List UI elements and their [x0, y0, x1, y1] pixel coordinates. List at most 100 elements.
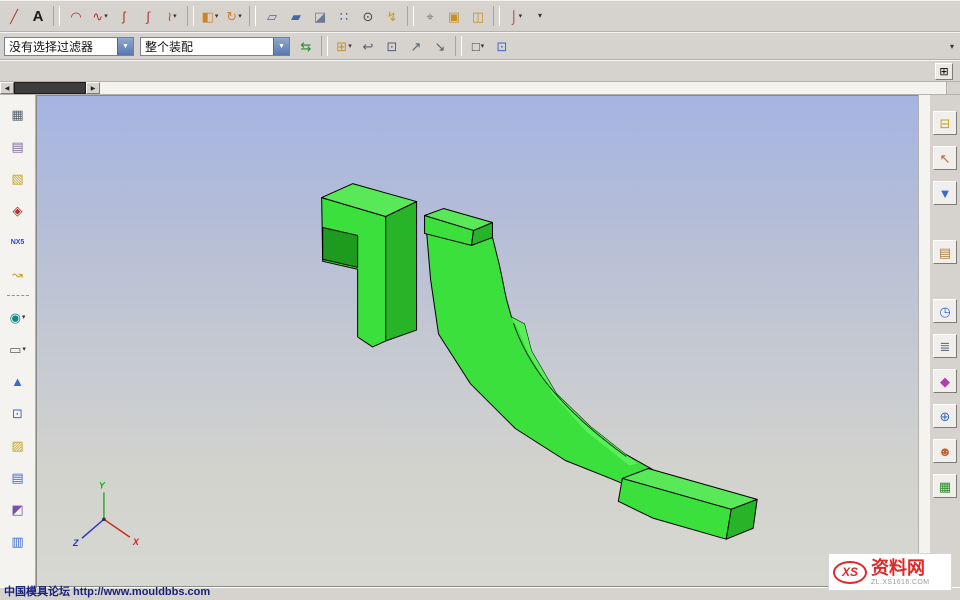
web-browser-icon[interactable]: ▦ — [933, 474, 957, 498]
extrude-icon[interactable]: ◧▾ — [198, 5, 222, 28]
tools-icon[interactable]: ⊕ — [933, 404, 957, 428]
deviation-check-icon: ↯ — [387, 10, 398, 23]
dropdown-arrow-icon[interactable]: ▼ — [117, 38, 133, 55]
boolean-icon[interactable]: ◩ — [5, 497, 31, 521]
text-icon: A — [33, 9, 44, 24]
move-object-icon[interactable]: ⌖ — [418, 5, 442, 28]
reuse-library-icon[interactable]: ▤ — [933, 240, 957, 264]
sketch-grid-icon: ▦ — [11, 108, 23, 121]
dropdown-caret-icon[interactable]: ▾ — [481, 42, 485, 50]
rectangle-tool-icon: ▭ — [9, 343, 21, 356]
bounding-box-icon[interactable]: ⊡ — [380, 35, 404, 58]
selection-scope-combo[interactable]: 整个装配 ▼ — [140, 37, 290, 56]
toolbar-options-caret[interactable]: ▾ — [528, 5, 552, 28]
text-icon[interactable]: A — [26, 5, 50, 28]
arc-icon[interactable]: ʃ — [112, 5, 136, 28]
point-set-icon[interactable]: ∷ — [332, 5, 356, 28]
lower-icon[interactable]: ↘ — [428, 35, 452, 58]
mesh-sheet-icon: ◪ — [314, 10, 326, 23]
boolean-icon: ◩ — [11, 503, 23, 516]
datum-plane-icon[interactable]: ◈ — [5, 198, 31, 222]
history-icon[interactable]: ◷ — [933, 299, 957, 323]
raise-icon: ↗ — [411, 40, 422, 53]
dropdown-caret-icon[interactable]: ▾ — [519, 12, 523, 20]
roles-icon[interactable]: ≣ — [933, 334, 957, 358]
profile-icon[interactable]: ◠ — [64, 5, 88, 28]
examine-geometry-icon[interactable]: ⊙ — [356, 5, 380, 28]
workspace-window-icon[interactable]: ⊞ — [935, 63, 953, 80]
dropdown-caret-icon[interactable]: ▾ — [104, 12, 108, 20]
dropdown-caret-icon[interactable]: ▾ — [173, 12, 177, 20]
block-feature-icon: ⊡ — [12, 407, 23, 420]
ruled-sheet-icon[interactable]: ▱ — [260, 5, 284, 28]
shaded-cube-icon[interactable]: ⊡ — [490, 35, 514, 58]
nx-application-window: ╱A◠∿▾ʃ∫≀▾◧▾↻▾▱▰◪∷⊙↯⌖▣◫⌡▾▾ 没有选择过滤器 ▼ 整个装配… — [0, 0, 960, 600]
people-icon[interactable]: ☻ — [933, 439, 957, 463]
conic-icon[interactable]: ∫ — [136, 5, 160, 28]
interpart-link-icon[interactable]: ⇆ — [294, 35, 318, 58]
mesh-sheet-icon[interactable]: ◪ — [308, 5, 332, 28]
dropdown-arrow-icon[interactable]: ▼ — [273, 38, 289, 55]
graphics-canvas[interactable]: X Y Z — [37, 96, 918, 586]
dropdown-caret-icon[interactable]: ▾ — [348, 42, 352, 50]
revolve-icon[interactable]: ↻▾ — [222, 5, 246, 28]
assembly-navigator-icon[interactable]: ⊟ — [933, 111, 957, 135]
scroll-left-icon[interactable]: ◀ — [0, 82, 14, 94]
block-feature-icon[interactable]: ⊡ — [5, 401, 31, 425]
dropdown-caret-icon[interactable]: ▾ — [22, 345, 26, 353]
model-face-web[interactable] — [427, 231, 655, 488]
law-curve-icon[interactable]: ⌡▾ — [504, 5, 528, 28]
mirror-feature-icon[interactable]: ◫ — [466, 5, 490, 28]
model-face-block-front[interactable] — [322, 198, 386, 347]
history-icon: ◷ — [939, 305, 950, 318]
graphics-viewport[interactable]: X Y Z — [36, 95, 918, 587]
swoosh-arrow-icon[interactable]: ↝ — [5, 262, 31, 286]
constraint-navigator-icon[interactable]: ↖ — [933, 146, 957, 170]
scrollbar-corner — [946, 82, 960, 94]
snap-point-icon[interactable]: ◉▾ — [5, 305, 31, 329]
raise-icon[interactable]: ↗ — [404, 35, 428, 58]
dropdown-caret-icon[interactable]: ▾ — [22, 313, 26, 321]
dropdown-caret-icon[interactable]: ▾ — [215, 12, 219, 20]
roles-icon: ≣ — [940, 340, 951, 353]
part-navigator-icon[interactable]: ▼ — [933, 181, 957, 205]
solid-block-icon: ▧ — [11, 172, 23, 185]
rectangle-tool-icon[interactable]: ▭▾ — [5, 337, 31, 361]
add-component-icon[interactable]: ⊞▾ — [332, 35, 356, 58]
main-area: ▦▤▧◈NX5↝◉▾▭▾▲⊡▨▤◩▥ — [0, 95, 960, 587]
datum-plane-icon: ◈ — [13, 204, 23, 217]
layers-book-icon[interactable]: ▤ — [5, 134, 31, 158]
scroll-right-icon[interactable]: ▶ — [86, 82, 100, 94]
back-icon[interactable]: ↩ — [356, 35, 380, 58]
palette-icon[interactable]: ◆ — [933, 369, 957, 393]
studio-spline-icon[interactable]: ∿▾ — [88, 5, 112, 28]
watermark-title: 资料网 — [871, 559, 930, 577]
swept-sheet-icon[interactable]: ▰ — [284, 5, 308, 28]
dropdown-caret-icon[interactable]: ▾ — [238, 12, 242, 20]
sketch-grid-icon[interactable]: ▦ — [5, 102, 31, 126]
scrollbar-thumb[interactable] — [14, 82, 86, 94]
law-curve-icon: ⌡ — [510, 10, 518, 23]
solid-block-icon[interactable]: ▧ — [5, 166, 31, 190]
cone-icon[interactable]: ▲ — [5, 369, 31, 393]
deviation-check-icon[interactable]: ↯ — [380, 5, 404, 28]
toolbar-overflow-caret[interactable]: ▾ — [950, 42, 954, 51]
constraint-navigator-icon: ↖ — [940, 152, 951, 165]
curves-icon[interactable]: ≀▾ — [160, 5, 184, 28]
nx5-icon[interactable]: NX5 — [5, 230, 31, 254]
pattern-icon[interactable]: ▣ — [442, 5, 466, 28]
model-face-block-side[interactable] — [386, 202, 417, 341]
add-component-icon: ⊞ — [336, 40, 347, 53]
selection-rectangle-icon[interactable]: □▾ — [466, 35, 490, 58]
mirror-feature-icon: ◫ — [472, 10, 484, 23]
toolbar-top: ╱A◠∿▾ʃ∫≀▾◧▾↻▾▱▰◪∷⊙↯⌖▣◫⌡▾▾ — [0, 0, 960, 32]
shell-icon[interactable]: ▨ — [5, 433, 31, 457]
columns-icon[interactable]: ▥ — [5, 529, 31, 553]
selection-filter-combo[interactable]: 没有选择过滤器 ▼ — [4, 37, 134, 56]
people-icon: ☻ — [938, 445, 952, 458]
toolbar-separator — [187, 6, 194, 26]
line-icon[interactable]: ╱ — [2, 5, 26, 28]
scrollbar-track[interactable] — [100, 82, 946, 94]
slot-icon[interactable]: ▤ — [5, 465, 31, 489]
vertical-scrollbar[interactable] — [918, 95, 930, 587]
